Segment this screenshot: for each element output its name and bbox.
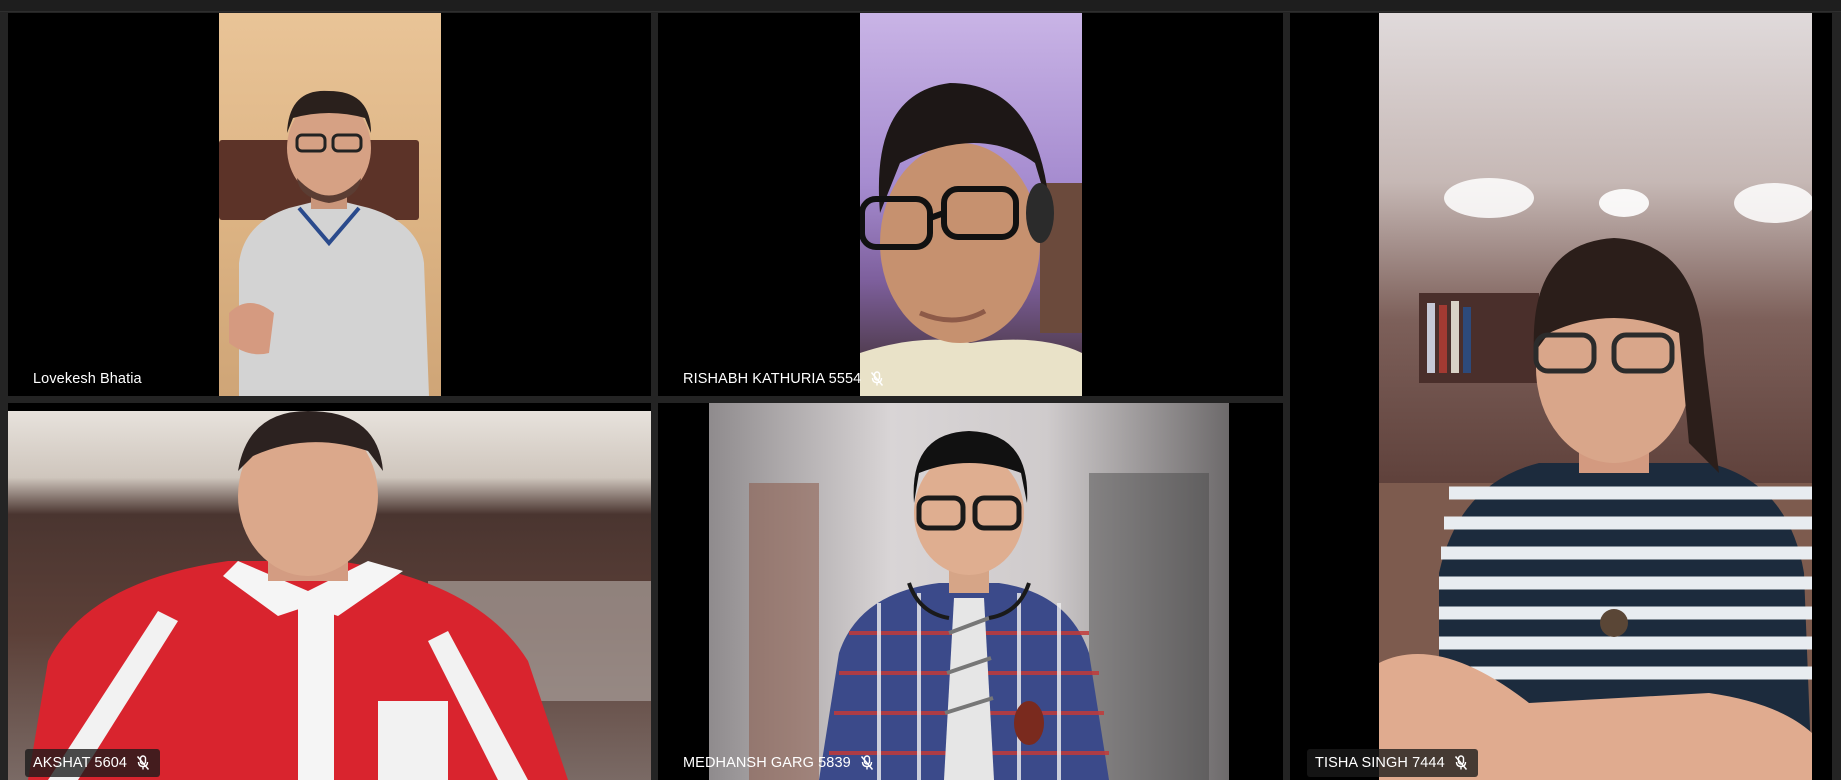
participant-nameplate: Lovekesh Bhatia: [25, 365, 152, 393]
participant-name: Lovekesh Bhatia: [33, 371, 142, 387]
participant-name: RISHABH KATHURIA 5554: [683, 371, 862, 387]
participant-name: MEDHANSH GARG 5839: [683, 755, 851, 771]
video-feed: [8, 411, 651, 780]
video-feed: [1379, 13, 1812, 780]
participant-tile-medhansh[interactable]: MEDHANSH GARG 5839: [658, 403, 1283, 780]
person-silhouette: [229, 90, 429, 396]
person-silhouette: [860, 83, 1082, 396]
microphone-muted-icon: [1454, 755, 1467, 770]
video-feed: [709, 403, 1229, 780]
microphone-muted-icon: [136, 755, 150, 770]
video-feed: [860, 13, 1082, 396]
participant-nameplate: TISHA SINGH 7444: [1307, 749, 1478, 777]
person-silhouette: [28, 411, 651, 780]
participant-nameplate: AKSHAT 5604: [25, 749, 161, 777]
participant-name: TISHA SINGH 7444: [1315, 755, 1445, 771]
microphone-muted-icon: [871, 371, 884, 386]
window-top-bar: [0, 0, 1841, 12]
microphone-muted-icon: [860, 755, 873, 770]
participant-tile-akshat[interactable]: AKSHAT 5604: [8, 403, 651, 780]
participant-name: AKSHAT 5604: [33, 755, 128, 771]
participant-tile-rishabh[interactable]: RISHABH KATHURIA 5554: [658, 13, 1283, 396]
person-silhouette: [749, 431, 1209, 780]
participant-tile-lovekesh[interactable]: Lovekesh Bhatia: [8, 13, 651, 396]
participant-nameplate: MEDHANSH GARG 5839: [675, 749, 884, 777]
video-feed: [219, 13, 441, 396]
room-and-person: [1379, 178, 1812, 780]
participant-nameplate: RISHABH KATHURIA 5554: [675, 365, 894, 393]
participant-tile-tisha[interactable]: TISHA SINGH 7444: [1290, 13, 1832, 780]
